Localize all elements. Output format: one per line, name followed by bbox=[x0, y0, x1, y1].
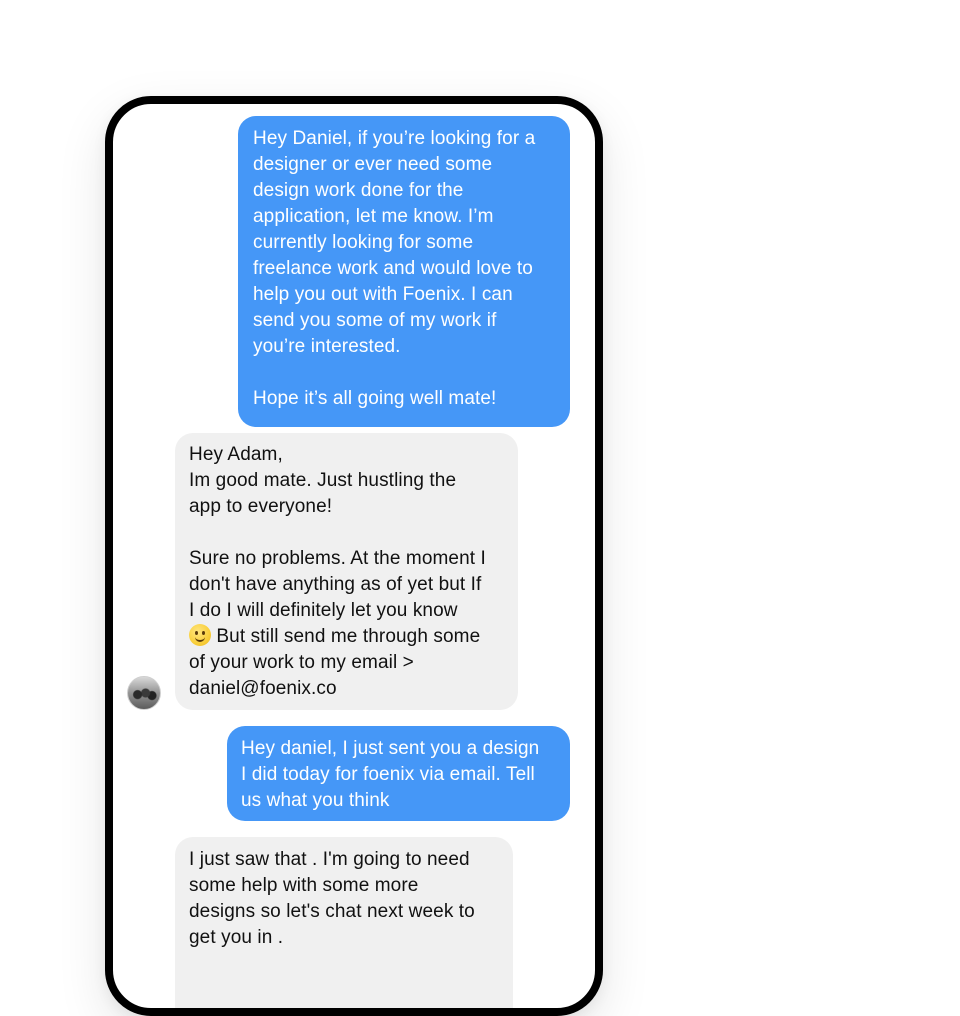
phone-frame: Hey Daniel, if you’re looking for a desi… bbox=[105, 96, 603, 1016]
smiling-face-emoji-icon bbox=[189, 624, 211, 646]
message-text: Hey Adam, Im good mate. Just hustling th… bbox=[189, 444, 486, 621]
contact-avatar[interactable] bbox=[127, 676, 161, 710]
message-text: But still send me through some of your w… bbox=[189, 626, 481, 699]
message-bubble-received[interactable]: I just saw that . I'm going to need some… bbox=[175, 837, 513, 1008]
message-bubble-received[interactable]: Hey Adam, Im good mate. Just hustling th… bbox=[175, 433, 518, 710]
message-bubble-sent[interactable]: Hey daniel, I just sent you a design I d… bbox=[227, 726, 570, 821]
message-bubble-sent[interactable]: Hey Daniel, if you’re looking for a desi… bbox=[238, 116, 570, 427]
